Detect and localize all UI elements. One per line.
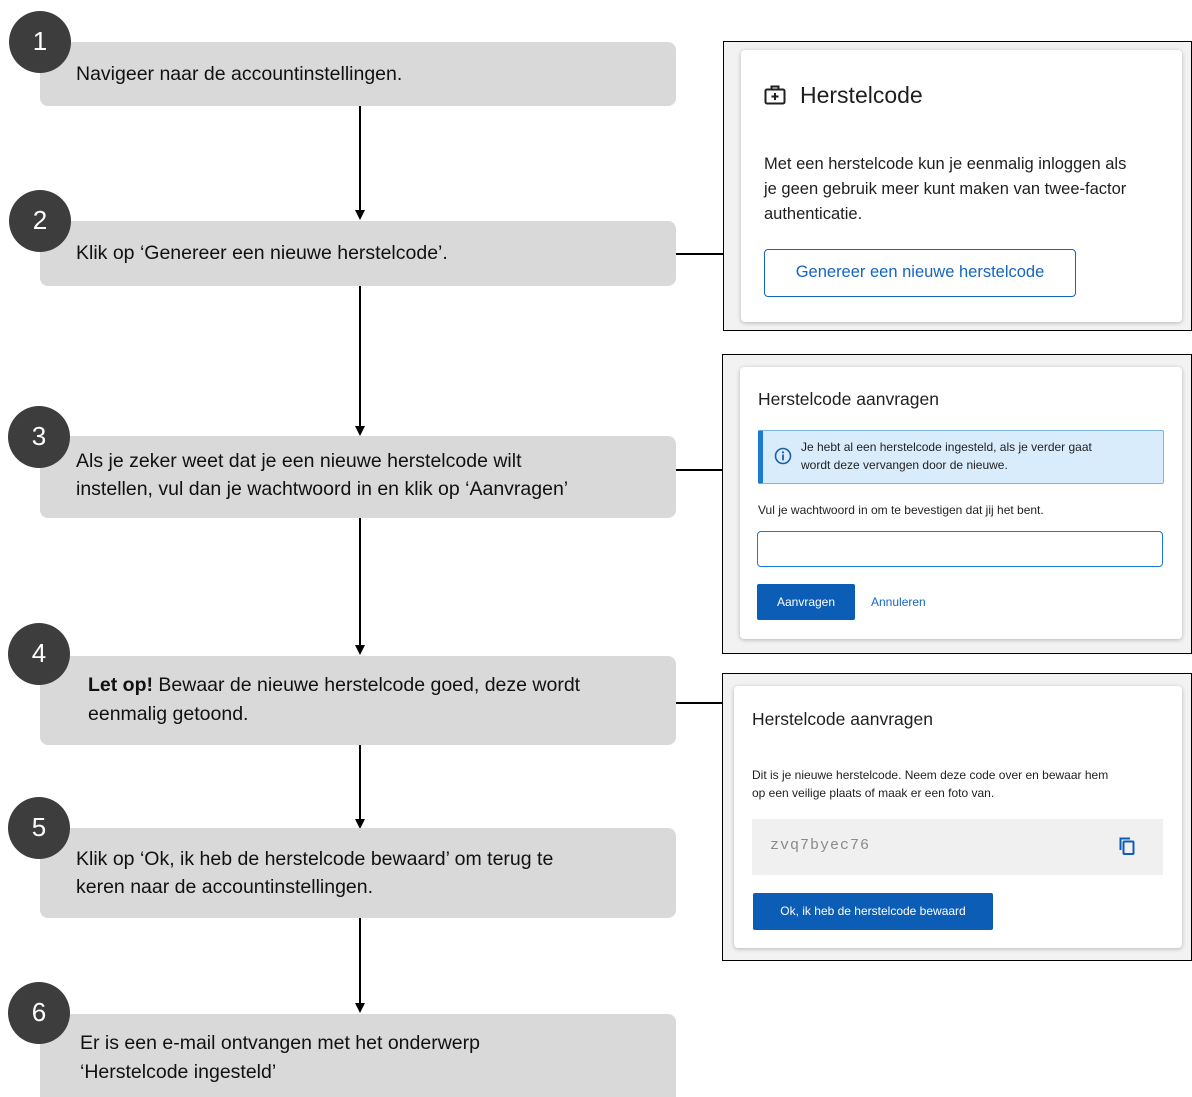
step-1-box: Navigeer naar de accountinstellingen. [40, 42, 676, 106]
arrow-to-step-4 [355, 645, 365, 655]
recovery-code-value: zvq7byec76 [770, 837, 871, 854]
step-1-text: Navigeer naar de accountinstellingen. [76, 63, 403, 85]
step-1-number: 1 [9, 11, 71, 73]
connector-5-6 [359, 918, 361, 1004]
step-3-number: 3 [8, 406, 70, 468]
link-step-2-screenshot [676, 253, 724, 255]
link-step-3-screenshot [676, 469, 724, 471]
screenshot-1-frame: Herstelcode Met een herstelcode kun je e… [723, 41, 1192, 331]
step-5-line-1: Klik op ‘Ok, ik heb de herstelcode bewaa… [76, 848, 554, 870]
request-card-title: Herstelcode aanvragen [758, 389, 939, 409]
screenshot-2-frame: Herstelcode aanvragen Je hebt al een her… [722, 354, 1192, 654]
password-input[interactable] [757, 531, 1163, 567]
step-2-box: Klik op ‘Genereer een nieuwe herstelcode… [40, 221, 676, 286]
card-title: Herstelcode [800, 82, 923, 108]
confirm-saved-button[interactable]: Ok, ik heb de herstelcode bewaard [753, 893, 993, 930]
step-5-box: Klik op ‘Ok, ik heb de herstelcode bewaa… [40, 828, 676, 918]
connector-4-5 [359, 745, 361, 820]
step-6-line-1: Er is een e-mail ontvangen met het onder… [80, 1032, 480, 1054]
new-code-desc-line-1: Dit is je nieuwe herstelcode. Neem deze … [752, 768, 1109, 782]
card-desc-line-1: Met een herstelcode kun je eenmalig inlo… [764, 155, 1127, 173]
arrow-to-step-6 [355, 1003, 365, 1013]
new-code-desc-line-2: op een veilige plaats of maak er een fot… [752, 786, 995, 800]
step-3-line-2: instellen, vul dan je wachtwoord in en k… [76, 478, 569, 500]
connector-1-2 [359, 106, 361, 210]
step-2-number: 2 [9, 190, 71, 252]
step-3-line-1: Als je zeker weet dat je een nieuwe hers… [76, 450, 522, 472]
step-4-number: 4 [8, 623, 70, 685]
step-4-line-1: Let op! Bewaar de nieuwe herstelcode goe… [88, 671, 580, 699]
step-2-text: Klik op ‘Genereer een nieuwe herstelcode… [76, 242, 448, 264]
step-4-bold: Let op! [88, 674, 153, 696]
cancel-link[interactable]: Annuleren [871, 595, 926, 609]
screenshot-3-frame: Herstelcode aanvragen Dit is je nieuwe h… [722, 673, 1192, 961]
step-5-number: 5 [8, 797, 70, 859]
arrow-to-step-2 [355, 210, 365, 220]
link-step-4-screenshot [676, 702, 724, 704]
step-6-line-2: ‘Herstelcode ingesteld’ [80, 1061, 277, 1083]
step-6-number: 6 [8, 982, 70, 1044]
card-desc-line-2: je geen gebruik meer kunt maken van twee… [764, 180, 1127, 198]
step-6-box: Er is een e-mail ontvangen met het onder… [40, 1014, 676, 1097]
step-4-box: Let op! Bewaar de nieuwe herstelcode goe… [40, 656, 676, 745]
step-5-line-2: keren naar de accountinstellingen. [76, 876, 374, 898]
medical-kit-icon [764, 85, 786, 110]
new-code-card: Herstelcode aanvragen Dit is je nieuwe h… [734, 686, 1182, 948]
info-alert: Je hebt al een herstelcode ingesteld, al… [758, 430, 1164, 484]
step-3-box: Als je zeker weet dat je een nieuwe hers… [40, 436, 676, 518]
step-4-line-2: eenmalig getoond. [88, 703, 249, 725]
step-4-line-1-rest: Bewaar de nieuwe herstelcode goed, deze … [152, 674, 581, 696]
generate-recovery-code-button[interactable]: Genereer een nieuwe herstelcode [764, 249, 1076, 297]
info-icon [774, 447, 792, 470]
copy-icon[interactable] [1118, 836, 1136, 861]
recovery-code-row: zvq7byec76 [752, 819, 1163, 875]
connector-3-4 [359, 518, 361, 646]
info-line-1: Je hebt al een herstelcode ingesteld, al… [801, 440, 1092, 454]
new-code-card-title: Herstelcode aanvragen [752, 709, 933, 729]
recovery-code-card: Herstelcode Met een herstelcode kun je e… [741, 50, 1182, 322]
arrow-to-step-3 [355, 426, 365, 436]
submit-request-button[interactable]: Aanvragen [757, 584, 855, 620]
password-prompt: Vul je wachtwoord in om te bevestigen da… [758, 503, 1044, 517]
card-desc-line-3: authenticatie. [764, 205, 863, 223]
connector-2-3 [359, 286, 361, 426]
info-line-2: wordt deze vervangen door de nieuwe. [801, 458, 1008, 472]
request-code-card: Herstelcode aanvragen Je hebt al een her… [740, 367, 1182, 639]
